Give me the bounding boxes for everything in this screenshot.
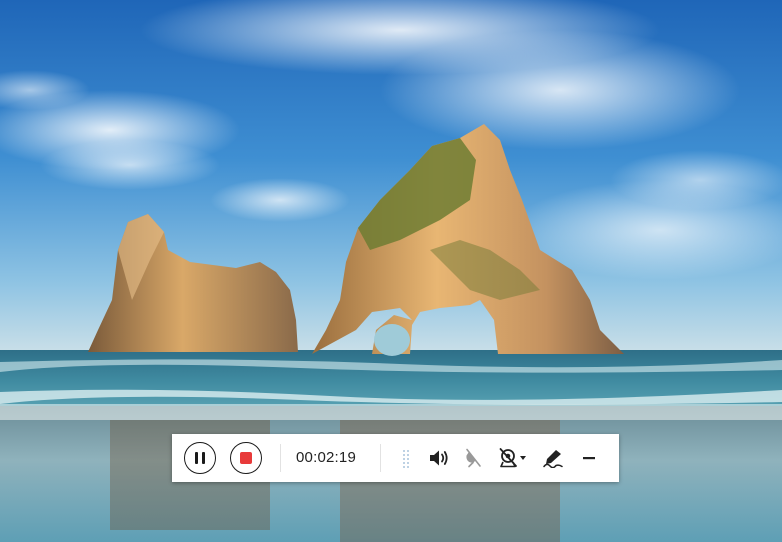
stop-button[interactable]: [230, 442, 262, 474]
volume-button[interactable]: [427, 446, 451, 470]
minimize-icon: [583, 457, 595, 460]
pen-annotate-icon: [543, 450, 563, 468]
recording-timer: 00:02:19: [296, 449, 356, 466]
webcam-button[interactable]: [498, 446, 528, 470]
drag-handle-icon[interactable]: [402, 449, 410, 469]
pause-button[interactable]: [184, 442, 216, 474]
microphone-muted-icon: [466, 448, 481, 468]
desktop: 00:02:19: [0, 0, 782, 542]
webcam-muted-dropdown-icon: [499, 448, 526, 468]
stop-icon: [240, 452, 252, 464]
annotate-button[interactable]: [541, 446, 565, 470]
toolbar-divider: [380, 444, 381, 472]
screen-recorder-toolbar: 00:02:19: [172, 434, 619, 482]
pause-icon: [195, 452, 205, 464]
speaker-volume-icon: [430, 450, 448, 466]
toolbar-divider: [280, 444, 281, 472]
microphone-button[interactable]: [461, 446, 485, 470]
minimize-button[interactable]: [577, 446, 601, 470]
